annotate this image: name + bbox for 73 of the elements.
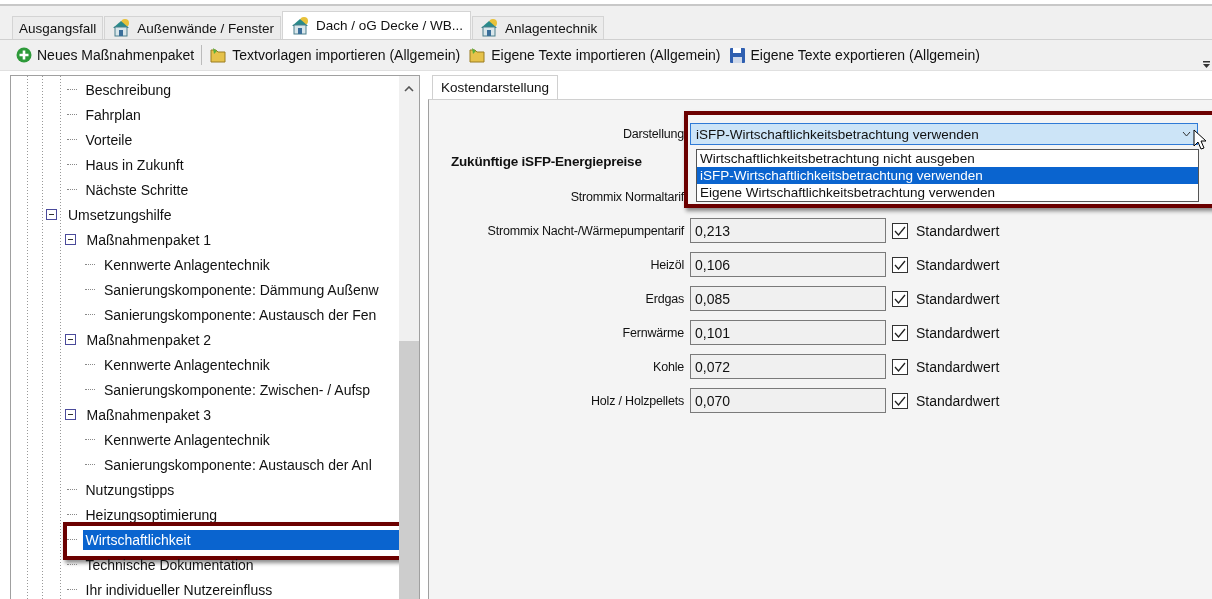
tab[interactable]: Außenwände / Fenster: [104, 16, 281, 39]
field-label: Erdgas: [644, 291, 684, 306]
dropdown-option[interactable]: Eigene Wirtschaftlichkeitsbetrachtung verwenden: [697, 184, 1198, 201]
checkbox-label: Standardwert: [916, 324, 1000, 341]
tree-item[interactable]: Fahrplan: [82, 104, 144, 125]
checkbox-label: Standardwert: [916, 222, 1000, 239]
collapse-icon[interactable]: [64, 334, 76, 345]
scroll-up-icon[interactable]: [404, 86, 414, 92]
checkbox[interactable]: [892, 222, 908, 239]
tree-item[interactable]: Heizungsoptimierung: [82, 504, 221, 525]
checkbox[interactable]: [892, 290, 908, 307]
tree-item[interactable]: Sanierungskomponente: Dämmung Außenw: [101, 279, 382, 300]
tab[interactable]: Ausgangsfall: [12, 16, 104, 39]
folder-icon: [468, 46, 487, 64]
tab[interactable]: Anlagentechnik: [471, 16, 605, 39]
collapse-icon[interactable]: [64, 234, 76, 245]
input-field[interactable]: 0,106: [690, 252, 886, 277]
input-field[interactable]: 0,070: [690, 388, 886, 413]
field-label: Heizöl: [649, 257, 684, 272]
checkbox[interactable]: [892, 392, 908, 409]
checkbox[interactable]: [892, 324, 908, 341]
input-field[interactable]: 0,072: [690, 354, 886, 379]
tree-item[interactable]: Kennwerte Anlagentechnik: [101, 254, 273, 275]
field-label: Holz / Holzpellets: [590, 393, 684, 408]
tree-item[interactable]: Vorteile: [82, 129, 136, 150]
toolbar-button[interactable]: Eigene Texte exportieren (Allgemein): [724, 46, 984, 64]
dropdown-option[interactable]: Wirtschaftlichkeitsbetrachtung nicht ausgeben: [697, 150, 1198, 167]
section-heading: Zukünftige iSFP-Energiepreise: [451, 154, 642, 169]
caret-icon: [1182, 131, 1191, 137]
checkbox-label: Standardwert: [916, 392, 1000, 409]
tree-item[interactable]: Beschreibung: [82, 79, 175, 100]
tree-item[interactable]: Maßnahmenpaket 3: [83, 404, 215, 425]
tree-item[interactable]: Sanierungskomponente: Austausch der Anl: [101, 454, 375, 475]
add-icon: [16, 47, 32, 63]
tree-item[interactable]: Umsetzungshilfe: [65, 204, 175, 225]
input-field[interactable]: 0,101: [690, 320, 886, 345]
toolbar-button[interactable]: Eigene Texte importieren (Allgemein): [464, 46, 725, 64]
tree-item[interactable]: Maßnahmenpaket 2: [83, 329, 215, 350]
save-icon: [728, 46, 746, 64]
checkbox-label: Standardwert: [916, 256, 1000, 273]
tree-item[interactable]: Kennwerte Anlagentechnik: [101, 354, 273, 375]
tree-item[interactable]: Nächste Schritte: [82, 179, 192, 200]
field-label: Strommix Normaltarif: [569, 189, 684, 204]
input-field[interactable]: 0,085: [690, 286, 886, 311]
tree-item[interactable]: Ihr individueller Nutzereinfluss: [82, 579, 276, 599]
tree-item[interactable]: Haus in Zukunft: [82, 154, 187, 175]
tree-item[interactable]: Maßnahmenpaket 1: [83, 229, 215, 250]
folder-icon: [209, 46, 228, 64]
checkbox-label: Standardwert: [916, 290, 1000, 307]
collapse-icon[interactable]: [64, 409, 76, 420]
tab[interactable]: Dach / oG Decke / WB...: [281, 11, 471, 39]
dropdown-option[interactable]: iSFP-Wirtschaftlichkeitsbetrachtung verwenden: [697, 167, 1198, 184]
scrollbar-thumb[interactable]: [399, 341, 419, 599]
tree-item[interactable]: Wirtschaftlichkeit: [82, 529, 399, 550]
checkbox[interactable]: [892, 256, 908, 273]
input-field[interactable]: 0,213: [690, 218, 886, 243]
scrollbar[interactable]: [399, 76, 419, 599]
overflow-icon[interactable]: [1203, 61, 1210, 68]
tree-item[interactable]: Nutzungstipps: [82, 479, 178, 500]
tree-item[interactable]: Kennwerte Anlagentechnik: [101, 429, 273, 450]
collapse-icon[interactable]: [46, 209, 57, 220]
tree-item[interactable]: Sanierungskomponente: Zwischen- / Aufsp: [101, 379, 374, 400]
tree-item[interactable]: Sanierungskomponente: Austausch der Fen: [101, 304, 380, 325]
checkbox[interactable]: [892, 358, 908, 375]
toolbar-button[interactable]: Textvorlagen importieren (Allgemein): [205, 46, 465, 64]
checkbox-label: Standardwert: [916, 358, 1000, 375]
field-label: Darstellung: [621, 127, 684, 141]
field-label: Fernwärme: [621, 325, 684, 340]
field-label: Kohle: [652, 359, 684, 374]
tree-item[interactable]: Technische Dokumentation: [82, 554, 257, 575]
toolbar-button[interactable]: Neues Maßnahmenpaket: [12, 47, 199, 63]
field-label: Strommix Nacht-/Wärmepumpentarif: [486, 223, 684, 238]
tab[interactable]: Kostendarstellung: [432, 75, 559, 99]
